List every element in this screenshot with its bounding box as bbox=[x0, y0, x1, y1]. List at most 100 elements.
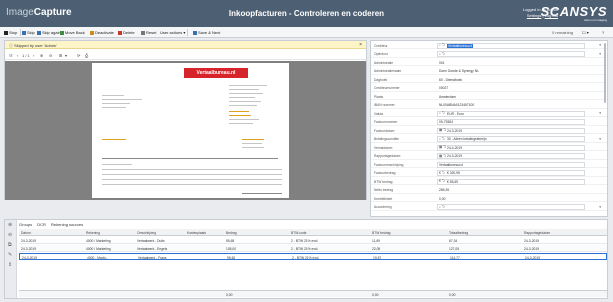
column-header[interactable]: Totaalbedrag bbox=[449, 231, 468, 235]
print-icon[interactable]: ⎙ bbox=[85, 53, 88, 58]
money-icon[interactable]: € ⮌ bbox=[439, 179, 445, 185]
table-cell[interactable]: 2 - BTW 21% excl. bbox=[292, 256, 319, 260]
total-btw: 0,00 bbox=[372, 292, 379, 297]
save-next-button[interactable]: Save & Next bbox=[193, 30, 220, 35]
calendar-icon[interactable]: ▦ ⮌ bbox=[439, 128, 446, 134]
field-row[interactable]: Opdrdoor ⌕ ⮌ ▾ bbox=[371, 51, 607, 58]
page-indicator: 1 / 1 bbox=[22, 53, 30, 58]
chevron-down-icon[interactable]: ▾ bbox=[65, 53, 67, 58]
thumbnails-icon[interactable]: ☷ bbox=[9, 53, 13, 58]
delete-button[interactable]: Delete bbox=[118, 30, 135, 35]
field-row[interactable]: Factuurnummer 09-75384 bbox=[371, 119, 607, 126]
comment-icon[interactable]: ✎ bbox=[8, 252, 12, 258]
field-label: Crediteurnummer bbox=[374, 86, 400, 90]
add-row-icon[interactable]: ⊕ bbox=[8, 222, 12, 228]
user-actions-menu[interactable]: User actions ▾ bbox=[160, 30, 185, 35]
tab-rekening-sources[interactable]: Rekening sources bbox=[51, 222, 83, 227]
column-header[interactable]: Kostenplaats bbox=[187, 231, 206, 235]
field-row[interactable]: Vervaldatum ▦ ⮌ 24-4-2019 bbox=[371, 144, 607, 151]
search-icon[interactable]: ⌕ ⮌ bbox=[439, 43, 445, 49]
close-icon[interactable]: × bbox=[359, 42, 362, 48]
table-cell[interactable]: 114,77 bbox=[450, 256, 460, 260]
skip-button[interactable]: Skip bbox=[22, 30, 35, 35]
field-input[interactable] bbox=[437, 51, 585, 57]
field-row[interactable]: Accordering ⌕ ⮌ ▾ bbox=[371, 204, 607, 211]
tab-groups[interactable]: Groups bbox=[19, 222, 32, 227]
chevron-down-icon[interactable]: ▾ bbox=[599, 52, 601, 56]
table-row[interactable]: 24-3-2019 4000 - Markt... Vertaalwerk - Fr… bbox=[19, 253, 607, 260]
copy-row-icon[interactable]: ⧉ bbox=[8, 242, 12, 248]
money-icon[interactable]: € ⮌ bbox=[439, 171, 445, 177]
calendar-icon[interactable]: ▦ ⮌ bbox=[439, 154, 446, 160]
field-row[interactable]: Betalingsconditie ⌕ ⮌ 30 - Alleen betaling… bbox=[371, 136, 607, 143]
table-row[interactable]: 24-3-2019 4000 / Marketing Vertaalwerk - D… bbox=[19, 237, 607, 244]
search-icon[interactable]: ⌕ ⮌ bbox=[439, 205, 445, 211]
column-header[interactable]: BTW bedrag bbox=[372, 231, 391, 235]
next-page-icon[interactable]: › bbox=[33, 53, 34, 58]
info-icon: ⓘ bbox=[9, 43, 13, 48]
invoice-text-line bbox=[229, 123, 253, 124]
help-icon[interactable]: ? bbox=[602, 30, 604, 35]
field-row[interactable]: Factuurdatum ▦ ⮌ 24-3-2019 bbox=[371, 127, 607, 134]
chevron-down-icon[interactable]: ▾ bbox=[599, 205, 601, 209]
table-cell[interactable]: 24-3-2019 bbox=[22, 256, 37, 260]
invoice-text-line bbox=[102, 158, 278, 159]
field-input[interactable] bbox=[437, 119, 585, 125]
field-row[interactable]: Factuuromschrijving Vertaalbureau.nl bbox=[371, 161, 607, 168]
deactivate-button[interactable]: Deactivate bbox=[90, 30, 114, 35]
field-input[interactable] bbox=[437, 178, 585, 185]
fields-scrollbar[interactable] bbox=[604, 43, 606, 103]
settings-link[interactable]: Settings bbox=[527, 13, 541, 18]
invoice-text-line bbox=[102, 99, 142, 100]
search-icon[interactable]: ⌕ ⮌ bbox=[439, 137, 445, 143]
column-header[interactable]: Bedrag bbox=[226, 231, 237, 235]
search-icon[interactable]: ⌕ ⮌ bbox=[439, 111, 445, 117]
table-cell: 55,65 bbox=[226, 238, 235, 243]
field-label: Vervaldatum bbox=[374, 145, 393, 150]
zoom-out-icon[interactable]: ⊖ bbox=[49, 53, 52, 58]
table-cell[interactable]: 4000 - Markt... bbox=[87, 256, 108, 260]
table-cell[interactable]: 24-3-2019 bbox=[525, 256, 540, 260]
reset-button[interactable]: Reset bbox=[141, 30, 156, 35]
rotate-icon[interactable]: ⟳ bbox=[77, 53, 80, 58]
field-label: Netto bedrag bbox=[374, 188, 394, 192]
table-cell[interactable]: Vertaalwerk - Frans bbox=[138, 256, 167, 260]
table-cell[interactable]: 95,60 bbox=[227, 256, 235, 260]
stop-button[interactable]: Stop bbox=[4, 30, 17, 35]
search-icon[interactable]: ⌕ ⮌ bbox=[439, 52, 445, 58]
invoice-text-line bbox=[242, 143, 262, 144]
invoice-page: Vertaalbureau.nl bbox=[92, 63, 289, 198]
fit-icon[interactable]: ⊞ bbox=[59, 53, 62, 58]
toolbar: Stop Skip Skip again Move Back Deactivate Del… bbox=[0, 27, 613, 38]
column-header[interactable]: Omschrijving bbox=[137, 231, 156, 235]
remove-row-icon[interactable]: ⊖ bbox=[8, 232, 12, 238]
zoom-in-icon[interactable]: ⊕ bbox=[40, 53, 43, 58]
table-cell[interactable]: 19,57 bbox=[373, 256, 381, 260]
chevron-down-icon[interactable]: ▾ bbox=[599, 111, 601, 115]
column-header[interactable]: Datum bbox=[21, 231, 31, 235]
field-row[interactable]: Crediteur ⌕ ⮌ Vertaalbureau.nl ▾ bbox=[371, 42, 607, 49]
invoice-text-line bbox=[229, 115, 251, 116]
tab-dcr[interactable]: DCR bbox=[37, 222, 46, 227]
column-header[interactable]: BTW-code bbox=[291, 231, 307, 235]
view-toggle-icon[interactable]: ☐ ▾ bbox=[582, 30, 589, 35]
split-icon[interactable]: ⇕ bbox=[8, 262, 12, 268]
calendar-icon[interactable]: ▦ ⮌ bbox=[439, 145, 446, 151]
field-input[interactable] bbox=[437, 204, 585, 210]
field-row[interactable]: Valuta ⌕ ⮌ EUR - Euro ▾ bbox=[371, 110, 607, 117]
column-header[interactable]: Rekening bbox=[86, 231, 100, 235]
invoice-text-line bbox=[229, 85, 267, 86]
field-row[interactable]: Rapportagedatum ▦ ⮌ 24-3-2019 bbox=[371, 153, 607, 160]
chevron-down-icon[interactable]: ▾ bbox=[599, 43, 601, 47]
field-row[interactable]: Factuurbedrag € ⮌ € 320,95 bbox=[371, 170, 607, 177]
document-viewer[interactable]: Vertaalbureau.nl bbox=[5, 61, 366, 200]
field-label: Administratienaam bbox=[374, 69, 402, 73]
field-row[interactable]: BTW bedrag € ⮌ € 55,69 bbox=[371, 178, 607, 185]
prev-page-icon[interactable]: ‹ bbox=[17, 53, 18, 58]
table-row[interactable]: 24-3-2019 4000 / Marketing Vertaalwerk - E… bbox=[19, 245, 607, 252]
column-header[interactable]: Rapportagedatum bbox=[524, 231, 550, 235]
field-value: EUR - Euro bbox=[447, 111, 464, 116]
chevron-down-icon[interactable]: ▾ bbox=[599, 137, 601, 141]
move-back-button[interactable]: Move Back bbox=[60, 30, 85, 35]
skip-again-button[interactable]: Skip again bbox=[37, 30, 61, 35]
